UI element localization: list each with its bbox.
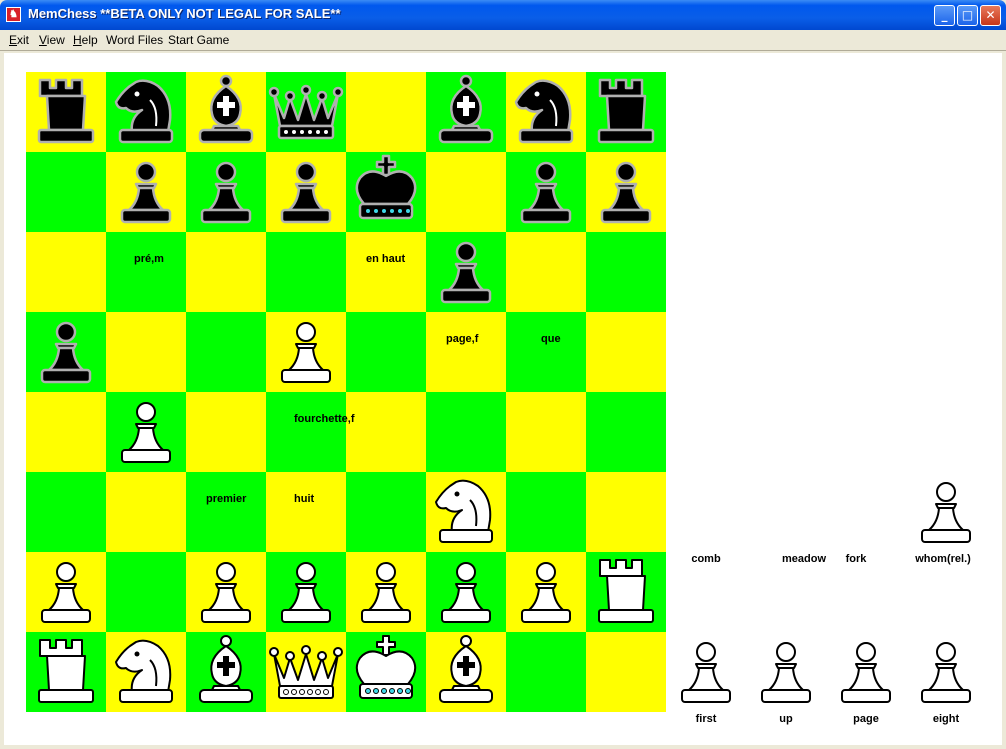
menu-word-files[interactable]: Word Files (106, 33, 163, 47)
board-square-4-6[interactable] (506, 392, 586, 472)
menu-bar: Exit View Help Word Files Start Game (0, 30, 1006, 51)
window-title: MemChess **BETA ONLY NOT LEGAL FOR SALE*… (28, 6, 341, 21)
board-square-1-0[interactable] (26, 152, 106, 232)
white-bishop-icon[interactable] (186, 632, 266, 712)
white-knight-icon[interactable] (426, 472, 506, 552)
white-pawn-icon[interactable] (426, 552, 506, 632)
captured-word-label: first (695, 713, 717, 725)
app-icon[interactable]: ♞ (6, 7, 21, 22)
board-square-2-4[interactable] (346, 232, 426, 312)
board-square-2-6[interactable] (506, 232, 586, 312)
close-button[interactable]: ✕ (980, 5, 1001, 26)
board-square-5-3[interactable] (266, 472, 346, 552)
square-word-label: huit (294, 493, 315, 505)
white-pawn-icon[interactable] (666, 632, 746, 712)
board-square-7-6[interactable] (506, 632, 586, 712)
white-knight-icon[interactable] (106, 632, 186, 712)
client-area: pré,m en haut page,f que fourchette,f premier… (4, 53, 1002, 745)
board-square-2-2[interactable] (186, 232, 266, 312)
board-square-3-7[interactable] (586, 312, 666, 392)
menu-help[interactable]: Help (73, 33, 98, 47)
white-queen-icon[interactable] (266, 632, 346, 712)
board-square-3-4[interactable] (346, 312, 426, 392)
white-king-icon[interactable] (346, 632, 426, 712)
board-square-3-5[interactable] (426, 312, 506, 392)
board-square-1-5[interactable] (426, 152, 506, 232)
square-word-label: premier (206, 493, 247, 505)
black-pawn-icon[interactable] (26, 312, 106, 392)
board-square-4-7[interactable] (586, 392, 666, 472)
white-pawn-icon[interactable] (186, 552, 266, 632)
captured-word-label: whom(rel.) (915, 553, 971, 565)
black-queen-icon[interactable] (266, 72, 346, 152)
chess-board[interactable]: pré,m en haut page,f que fourchette,f premier… (26, 72, 666, 712)
white-pawn-icon[interactable] (266, 312, 346, 392)
white-pawn-icon[interactable] (266, 552, 346, 632)
square-word-label: que (541, 333, 561, 345)
board-square-3-6[interactable] (506, 312, 586, 392)
board-square-5-6[interactable] (506, 472, 586, 552)
title-bar[interactable]: ♞ MemChess **BETA ONLY NOT LEGAL FOR SAL… (0, 0, 1006, 30)
captured-word-label: comb (691, 553, 721, 565)
menu-exit[interactable]: Exit (9, 33, 29, 47)
board-square-3-1[interactable] (106, 312, 186, 392)
black-king-icon[interactable] (346, 152, 426, 232)
board-square-4-2[interactable] (186, 392, 266, 472)
white-pawn-icon[interactable] (106, 392, 186, 472)
black-bishop-icon[interactable] (186, 72, 266, 152)
black-pawn-icon[interactable] (506, 152, 586, 232)
captured-word-label: eight (932, 713, 960, 725)
black-bishop-icon[interactable] (426, 72, 506, 152)
black-rook-icon[interactable] (586, 72, 666, 152)
board-square-2-3[interactable] (266, 232, 346, 312)
board-square-2-1[interactable] (106, 232, 186, 312)
maximize-button[interactable]: □ (957, 5, 978, 26)
board-square-5-2[interactable] (186, 472, 266, 552)
white-rook-icon[interactable] (586, 552, 666, 632)
board-square-5-0[interactable] (26, 472, 106, 552)
white-pawn-icon[interactable] (506, 552, 586, 632)
board-square-3-2[interactable] (186, 312, 266, 392)
board-square-4-3[interactable] (266, 392, 346, 472)
white-pawn-icon[interactable] (906, 472, 986, 552)
white-pawn-icon[interactable] (826, 632, 906, 712)
board-square-5-7[interactable] (586, 472, 666, 552)
minimize-button[interactable]: _ (934, 5, 955, 26)
captured-word-label: fork (845, 553, 867, 565)
board-square-0-4[interactable] (346, 72, 426, 152)
square-word-label: pré,m (134, 253, 164, 265)
black-pawn-icon[interactable] (266, 152, 346, 232)
black-rook-icon[interactable] (26, 72, 106, 152)
menu-view[interactable]: View (39, 33, 65, 47)
captured-word-label: up (779, 713, 793, 725)
white-pawn-icon[interactable] (346, 552, 426, 632)
board-square-4-5[interactable] (426, 392, 506, 472)
black-knight-icon[interactable] (506, 72, 586, 152)
menu-start-game[interactable]: Start Game (168, 33, 229, 47)
board-square-5-4[interactable] (346, 472, 426, 552)
white-rook-icon[interactable] (26, 632, 106, 712)
board-square-6-1[interactable] (106, 552, 186, 632)
app-window: ♞ MemChess **BETA ONLY NOT LEGAL FOR SAL… (0, 0, 1006, 749)
board-square-2-0[interactable] (26, 232, 106, 312)
black-pawn-icon[interactable] (426, 232, 506, 312)
board-square-2-7[interactable] (586, 232, 666, 312)
white-pawn-icon[interactable] (906, 632, 986, 712)
board-square-7-7[interactable] (586, 632, 666, 712)
board-square-4-4[interactable] (346, 392, 426, 472)
black-pawn-icon[interactable] (186, 152, 266, 232)
black-knight-icon[interactable] (106, 72, 186, 152)
square-word-label: en haut (366, 253, 406, 265)
board-square-4-0[interactable] (26, 392, 106, 472)
black-pawn-icon[interactable] (586, 152, 666, 232)
board-square-5-1[interactable] (106, 472, 186, 552)
captured-word-label: page (853, 713, 879, 725)
square-word-label: fourchette,f (294, 413, 355, 425)
white-pawn-icon[interactable] (746, 632, 826, 712)
white-bishop-icon[interactable] (426, 632, 506, 712)
white-pawn-icon[interactable] (26, 552, 106, 632)
black-pawn-icon[interactable] (106, 152, 186, 232)
square-word-label: page,f (446, 333, 479, 345)
